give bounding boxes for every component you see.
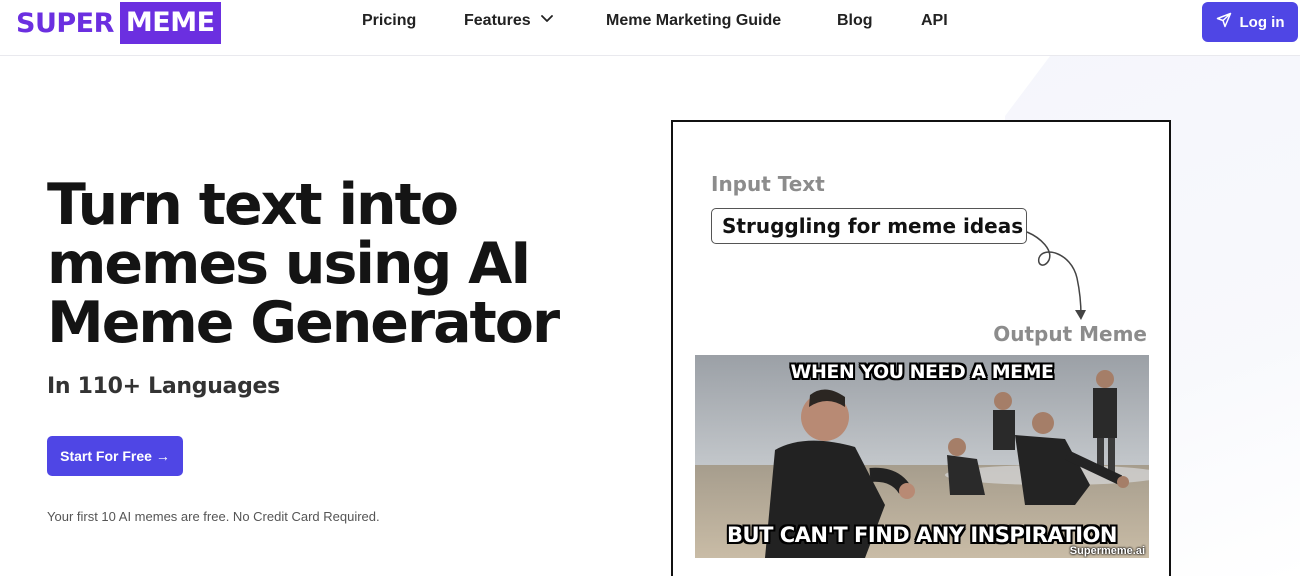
nav-api[interactable]: API [921, 12, 948, 32]
start-for-free-button[interactable]: Start For Free → [47, 436, 183, 476]
hero-title-line: Meme Generator [47, 290, 560, 356]
curved-arrow-icon [1026, 231, 1086, 320]
output-meme-label: Output Meme [993, 322, 1147, 346]
demo-card: Input Text Struggling for meme ideas Out… [671, 120, 1171, 576]
nav-pricing[interactable]: Pricing [362, 12, 416, 32]
logo[interactable]: SUPER MEME [16, 2, 221, 44]
send-icon [1216, 12, 1232, 32]
hero-title: Turn text into memes using AI Meme Gener… [47, 176, 607, 353]
nav-features[interactable]: Features [464, 12, 553, 32]
nav-meme-marketing-guide[interactable]: Meme Marketing Guide [606, 12, 781, 32]
free-trial-note: Your first 10 AI memes are free. No Cred… [47, 509, 380, 524]
input-text-example: Struggling for meme ideas [711, 208, 1027, 244]
hero-subtitle: In 110+ Languages [47, 374, 280, 399]
hero-title-line: Turn text into [47, 172, 459, 238]
hero-title-line: memes using AI [47, 231, 531, 297]
meme-watermark: Supermeme.ai [1069, 545, 1145, 557]
logo-text-super: SUPER [16, 7, 114, 39]
nav-features-label: Features [464, 12, 531, 29]
meme-image: WHEN YOU NEED A MEME BUT CAN'T FIND ANY … [695, 355, 1149, 558]
chevron-down-icon [540, 10, 553, 28]
login-label: Log in [1239, 13, 1285, 31]
nav-blog[interactable]: Blog [837, 12, 873, 32]
meme-top-caption: WHEN YOU NEED A MEME [790, 361, 1054, 383]
top-nav-bar: SUPER MEME Pricing Features Meme Marketi… [0, 0, 1300, 56]
input-text-label: Input Text [711, 172, 825, 196]
meme-bottom-caption: BUT CAN'T FIND ANY INSPIRATION [727, 523, 1117, 547]
logo-text-meme: MEME [119, 2, 221, 44]
login-button[interactable]: Log in [1202, 2, 1298, 42]
